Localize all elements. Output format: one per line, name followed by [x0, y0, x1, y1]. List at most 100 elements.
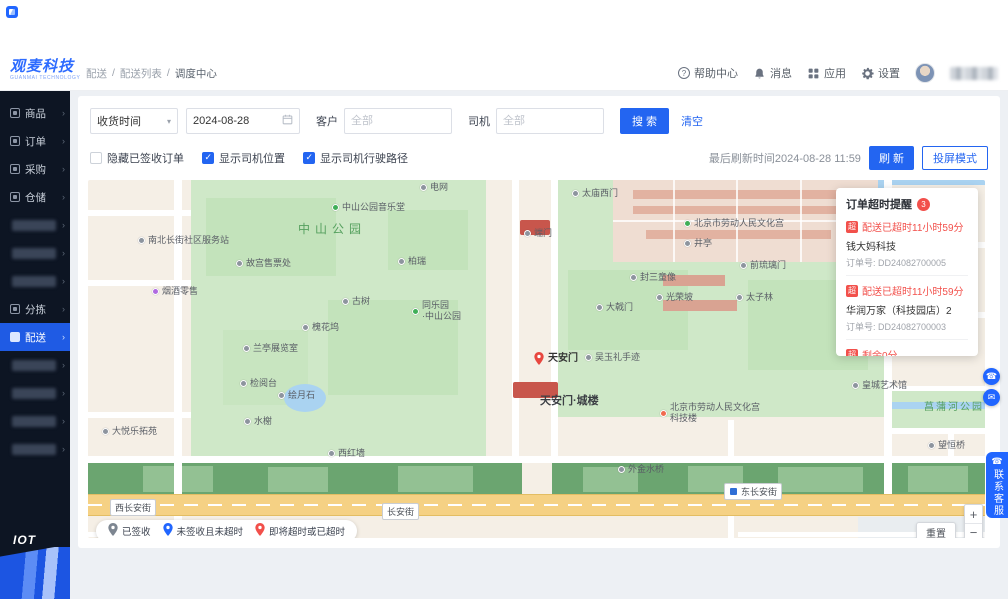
legend-item: 已签收 — [108, 523, 151, 538]
order-list: 超配送已超时11小时59分 钱大妈科技 订单号: DD24082700005 超配送已… — [846, 212, 968, 356]
truck-icon — [10, 332, 20, 342]
poi-icon — [240, 380, 247, 388]
time-type-select[interactable]: 收货时间 ▾ — [90, 108, 178, 134]
poi-icon — [102, 428, 109, 436]
road-label-text: 西长安街 — [115, 503, 152, 513]
search-button[interactable]: 搜 索 — [620, 108, 670, 134]
last-refresh-time: 最后刷新时间2024-08-28 11:59 — [708, 153, 861, 165]
app-logo-subtitle: GUANMAI TECHNOLOGY — [10, 75, 81, 81]
map[interactable]: 电网 太庙西门 中山公园音乐堂 北京市劳动人民文化宫 中山公园 端门 井亭 南北长街社区服务站… — [88, 180, 985, 538]
map-label-poi: 大戟门 — [596, 302, 633, 313]
sidebar-item-delivery[interactable]: 配送 › — [0, 323, 70, 351]
cb-path[interactable]: 显示司机行驶路径 — [303, 150, 408, 166]
sidebar-item-hidden-7[interactable]: › — [0, 435, 70, 463]
poi-icon — [684, 220, 691, 228]
chevron-right-icon: › — [62, 164, 65, 174]
header-action-message[interactable]: 消息 — [753, 65, 792, 81]
pin-icon — [255, 523, 265, 538]
poi-icon — [852, 382, 859, 390]
header-action-label: 设置 — [878, 68, 900, 80]
chevron-right-icon: › — [62, 108, 65, 118]
map-label-poi: 槐花坞 — [302, 322, 339, 333]
map-label-poi: 井亭 — [684, 238, 712, 249]
contact-support-tab[interactable]: ☎ 联系客服 — [986, 452, 1008, 518]
timeout-tag: 超 — [846, 220, 858, 233]
customer-input[interactable] — [344, 108, 452, 134]
chevron-right-icon: › — [62, 360, 65, 370]
header-action-apps[interactable]: 应用 — [807, 65, 846, 81]
sidebar-item-goods[interactable]: 商品 › — [0, 99, 70, 127]
poi-icon — [572, 190, 579, 198]
time-type-label: 收货时间 — [97, 116, 141, 128]
map-building-shape — [633, 190, 848, 199]
sidebar-item-iot[interactable]: IOT — [13, 533, 36, 547]
map-label-poi: 菖蒲河公园 — [924, 402, 984, 415]
map-label-text: 前琉璃门 — [750, 260, 787, 270]
order-item[interactable]: 超配送已超时11小时59分 华润万家（科技园店）2 订单号: DD240827000… — [846, 276, 968, 340]
order-customer: 华润万家（科技园店）2 — [846, 306, 952, 317]
sort-icon — [10, 304, 20, 314]
header-action-help[interactable]: ? 帮助中心 — [678, 65, 738, 81]
cb-pos[interactable]: 显示司机位置 — [202, 150, 285, 166]
breadcrumb-item[interactable]: 配送列表 — [120, 66, 162, 81]
header-action-settings[interactable]: 设置 — [861, 65, 900, 81]
sidebar-item-hidden-6[interactable]: › — [0, 407, 70, 435]
sidebar-item-purchase[interactable]: 采购 › — [0, 155, 70, 183]
avatar[interactable] — [915, 63, 935, 83]
sidebar-item-storage[interactable]: 仓储 › — [0, 183, 70, 211]
breadcrumb-item[interactable]: 配送 — [86, 66, 107, 81]
toolbar-row: 隐藏已签收订单 显示司机位置 显示司机行驶路径 最后刷新时间2024-08-28… — [90, 146, 988, 170]
map-label-poi: 兰亭展览室 — [243, 343, 298, 354]
zoom-in-button[interactable]: + — [965, 505, 982, 523]
sidebar-item-hidden-3[interactable]: › — [0, 267, 70, 295]
order-item[interactable]: 超配送已超时11小时59分 钱大妈科技 订单号: DD24082700005 — [846, 212, 968, 276]
road-label-text: 东长安街 — [741, 487, 778, 497]
float-phone-button[interactable]: ☎ — [983, 368, 1000, 385]
cast-mode-button[interactable]: 投屏模式 — [922, 146, 988, 170]
pin-icon — [108, 523, 118, 538]
map-label-poi: 水榭 — [244, 416, 272, 427]
zoom-out-button[interactable]: − — [965, 523, 982, 538]
sidebar-item-sorting[interactable]: 分拣 › — [0, 295, 70, 323]
sidebar-item-hidden-5[interactable]: › — [0, 379, 70, 407]
chevron-right-icon: › — [62, 416, 65, 426]
panel-badge: 3 — [917, 197, 930, 211]
sidebar-item-hidden-2[interactable]: › — [0, 239, 70, 267]
map-label-text: 太庙西门 — [582, 188, 619, 198]
order-item[interactable]: 超剩余0分华润万家（科技园店）2订单号: DD24082700002 — [846, 340, 968, 356]
cb-hide[interactable]: 隐藏已签收订单 — [90, 150, 184, 166]
calendar-icon — [282, 114, 293, 128]
sidebar-item-orders[interactable]: 订单 › — [0, 127, 70, 155]
map-label-text: 同乐园 ·中山公园 — [422, 300, 461, 322]
cb-hide-label: 隐藏已签收订单 — [107, 153, 184, 165]
driver-input[interactable] — [496, 108, 604, 134]
redacted-label — [12, 359, 56, 371]
refresh-button[interactable]: 刷 新 — [868, 146, 914, 170]
checkbox-icon — [202, 152, 214, 164]
map-label-poi: 天安门 — [534, 352, 578, 366]
cart-icon — [10, 164, 20, 174]
sidebar-item-hidden-1[interactable]: › — [0, 211, 70, 239]
clear-link[interactable]: 清空 — [681, 113, 703, 129]
header: 观麦科技 GUANMAI TECHNOLOGY 配送 / 配送列表 / 调度中心 ? 帮助… — [0, 55, 1008, 91]
bell-icon — [753, 67, 766, 80]
panel-header: 订单超时提醒 3 — [846, 196, 968, 212]
road-label: 东长安街 — [724, 483, 783, 500]
map-label-text: 烟酒零售 — [162, 286, 199, 296]
float-message-button[interactable]: ✉ — [983, 389, 1000, 406]
poi-icon — [302, 324, 309, 332]
sidebar-item-label: 商品 — [25, 107, 46, 120]
map-reset-button[interactable]: 重置 — [916, 522, 956, 538]
poi-icon — [328, 450, 335, 458]
road-label-text: 长安街 — [387, 507, 415, 517]
map-label-poi: 望恒桥 — [928, 440, 965, 451]
map-label-text: 北京市劳动人民文化宫 — [694, 218, 785, 228]
filter-row: 收货时间 ▾ 2024-08-28 客户 司机 搜 索 清空 — [90, 108, 703, 134]
chevron-down-icon: ▾ — [166, 116, 171, 126]
date-picker[interactable]: 2024-08-28 — [186, 108, 300, 134]
map-road-dash — [88, 504, 985, 506]
breadcrumb-separator: / — [112, 67, 115, 79]
sidebar-item-hidden-4[interactable]: › — [0, 351, 70, 379]
chevron-right-icon: › — [62, 248, 65, 258]
map-road-shape — [551, 180, 558, 463]
